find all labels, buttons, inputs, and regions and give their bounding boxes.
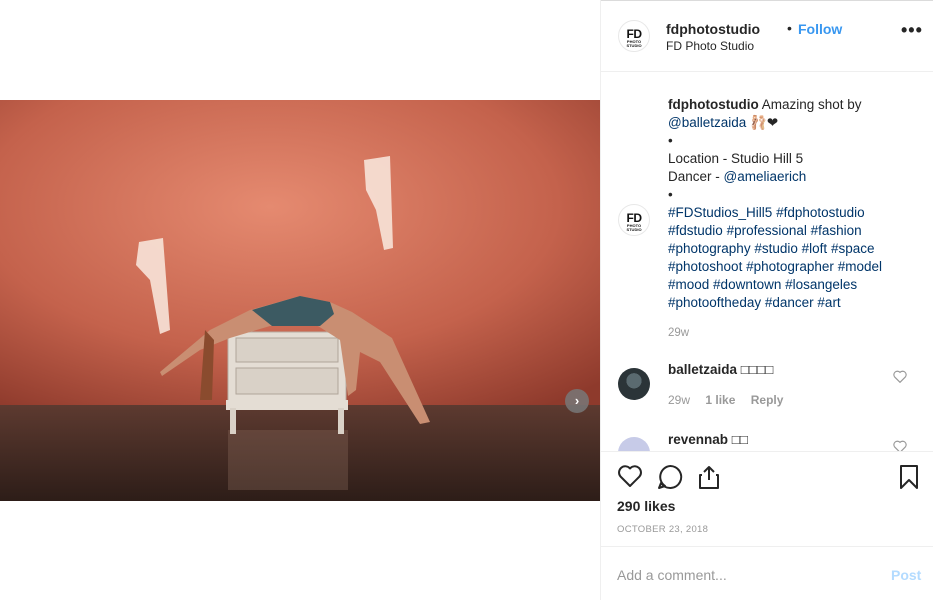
hashtag[interactable]: #art — [817, 295, 840, 310]
hashtag[interactable]: #fdstudio — [668, 223, 723, 238]
post-header: FD PHOTO STUDIO fdphotostudio • Follow F… — [601, 0, 933, 72]
caption-username[interactable]: fdphotostudio — [668, 97, 759, 112]
hashtag[interactable]: #space — [831, 241, 875, 256]
hashtag[interactable]: #fashion — [811, 223, 862, 238]
comment-likes[interactable]: 1 like — [705, 393, 735, 407]
hashtag[interactable]: #downtown — [713, 277, 781, 292]
photo-illustration — [0, 100, 600, 501]
comment-like-heart-icon[interactable] — [893, 440, 907, 451]
next-slide-button[interactable]: › — [565, 389, 589, 413]
hashtag[interactable]: #photooftheday — [668, 295, 761, 310]
post-photo[interactable]: › — [0, 100, 600, 501]
comment-meta: 29w 1 like Reply — [668, 393, 795, 407]
caption-dancer-prefix: Dancer - — [668, 169, 724, 184]
comment-text: □□□□ — [737, 362, 774, 377]
post-modal: › FD PHOTO STUDIO fdphotostudio • Follow… — [0, 0, 933, 600]
caption-timestamp[interactable]: 29w — [668, 327, 689, 339]
caption-text: Amazing shot by — [758, 97, 862, 112]
caption-bullet: • — [668, 187, 673, 202]
hashtag[interactable]: #photography — [668, 241, 751, 256]
add-comment-input[interactable]: Add a comment... — [617, 567, 727, 583]
like-heart-icon[interactable] — [617, 464, 643, 488]
header-separator: • — [787, 20, 792, 36]
caption-emoji: 🩰❤ — [746, 115, 779, 130]
header-username[interactable]: fdphotostudio — [666, 21, 760, 37]
hashtag[interactable]: #studio — [754, 241, 798, 256]
profile-avatar[interactable]: FD PHOTO STUDIO — [618, 20, 650, 52]
comment-time[interactable]: 29w — [668, 393, 690, 407]
hashtag[interactable]: #fdphotostudio — [776, 205, 865, 220]
reply-button[interactable]: Reply — [751, 393, 784, 407]
commenter-avatar[interactable] — [618, 368, 650, 400]
hashtag[interactable]: #losangeles — [785, 277, 857, 292]
add-comment-bar: Add a comment... Post — [601, 546, 933, 600]
hashtag[interactable]: #professional — [727, 223, 807, 238]
comment-like-heart-icon[interactable] — [893, 370, 907, 383]
post-comment-button[interactable]: Post — [891, 567, 921, 583]
follow-button[interactable]: Follow — [798, 21, 842, 37]
commenter-avatar[interactable] — [618, 437, 650, 451]
caption-location: Location - Studio Hill 5 — [668, 151, 804, 166]
comment-text: □□ — [728, 432, 749, 447]
hashtag[interactable]: #FDStudios_Hill5 — [668, 205, 772, 220]
comment-username[interactable]: revennab — [668, 432, 728, 447]
post-date: OCTOBER 23, 2018 — [617, 524, 709, 535]
comment-bubble-icon[interactable] — [657, 464, 683, 490]
likes-count[interactable]: 290 likes — [617, 498, 675, 514]
header-subtitle[interactable]: FD Photo Studio — [666, 39, 754, 53]
post-actions: 290 likes OCTOBER 23, 2018 — [601, 451, 933, 546]
hashtag[interactable]: #loft — [802, 241, 828, 256]
more-options-icon[interactable]: ••• — [901, 20, 923, 41]
caption-mention-balletzaida[interactable]: @balletzaida — [668, 115, 746, 130]
caption-bullet: • — [668, 133, 673, 148]
caption-avatar[interactable]: FD PHOTO STUDIO — [618, 204, 650, 236]
hashtag[interactable]: #model — [838, 259, 882, 274]
avatar-logo-subtext: PHOTO STUDIO — [626, 39, 642, 48]
save-bookmark-icon[interactable] — [899, 464, 919, 490]
caption-avatar-logo-subtext: PHOTO STUDIO — [626, 223, 642, 232]
media-area: › — [0, 0, 600, 600]
hashtag[interactable]: #photographer — [746, 259, 834, 274]
share-icon[interactable] — [697, 464, 721, 490]
comments-list[interactable]: FD PHOTO STUDIO fdphotostudio Amazing sh… — [601, 72, 933, 451]
post-side-panel: FD PHOTO STUDIO fdphotostudio • Follow F… — [600, 0, 933, 600]
comment-username[interactable]: balletzaida — [668, 362, 737, 377]
hashtag[interactable]: #photoshoot — [668, 259, 742, 274]
caption-mention-ameliaerich[interactable]: @ameliaerich — [724, 169, 807, 184]
hashtag[interactable]: #mood — [668, 277, 709, 292]
caption: fdphotostudio Amazing shot by @balletzai… — [668, 96, 918, 312]
hashtag[interactable]: #dancer — [765, 295, 814, 310]
